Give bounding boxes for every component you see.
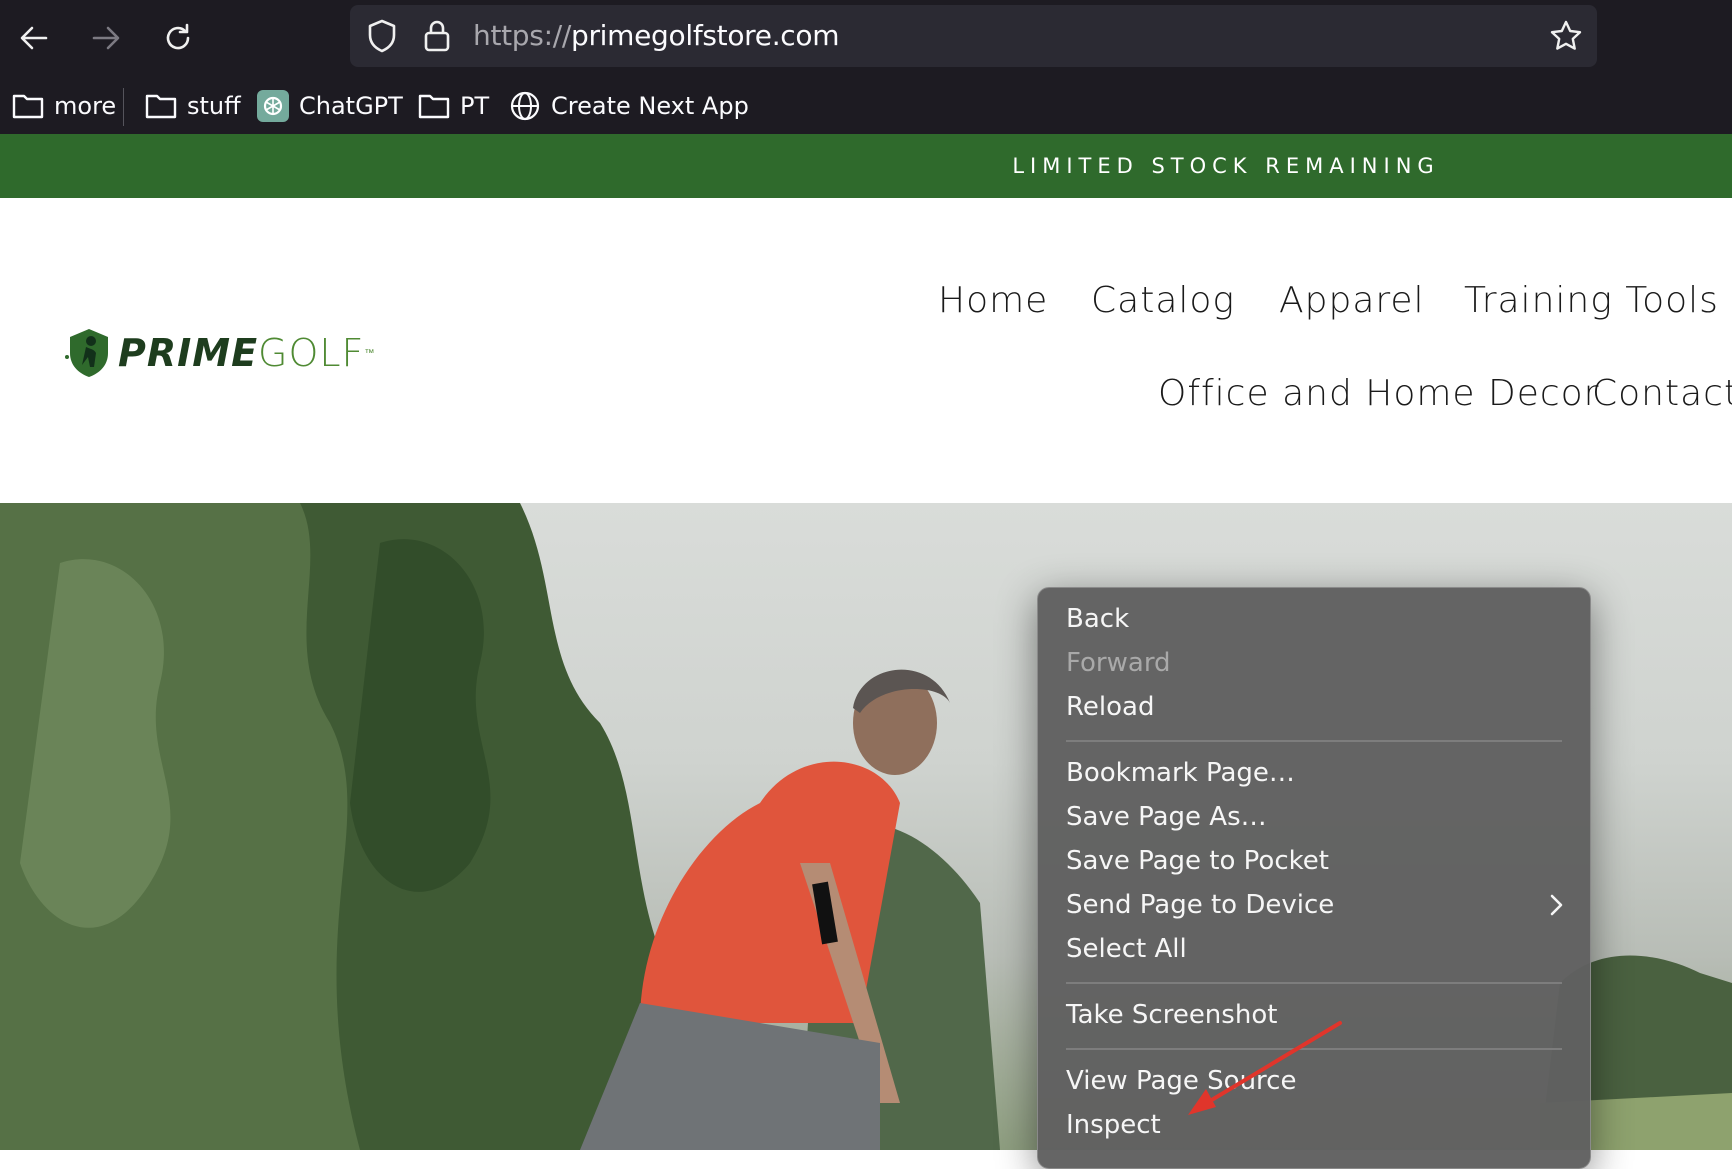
menu-item-select-all[interactable]: Select All [1066, 927, 1187, 971]
address-bar[interactable]: https://primegolfstore.com [350, 5, 1597, 67]
menu-item-save-page-as[interactable]: Save Page As… [1066, 795, 1267, 839]
annotation-arrow-icon [1188, 1021, 1342, 1115]
arrow-left-icon [20, 26, 48, 50]
reload-button[interactable] [154, 14, 202, 62]
bookmark-more[interactable]: more [12, 82, 116, 130]
bookmark-stuff[interactable]: stuff [145, 82, 241, 130]
shield-icon[interactable] [366, 5, 398, 67]
bookmark-separator [123, 88, 124, 126]
menu-item-save-to-pocket[interactable]: Save Page to Pocket [1066, 839, 1329, 883]
menu-item-inspect[interactable]: Inspect [1066, 1103, 1161, 1147]
url-text[interactable]: https://primegolfstore.com [473, 5, 840, 67]
nav-contact[interactable]: Contact [1592, 373, 1732, 414]
forward-button[interactable] [82, 14, 130, 62]
menu-separator [1066, 740, 1562, 742]
chatgpt-icon [257, 90, 289, 122]
bookmarks-bar: more stuff ChatGPT PT Create Next App [0, 82, 1732, 130]
nav-training-tools[interactable]: Training Tools [1464, 280, 1719, 321]
folder-icon [418, 94, 450, 119]
site-header: PRIME GOLF ™ Home Catalog Apparel Training… [0, 198, 1732, 503]
menu-item-reload[interactable]: Reload [1066, 685, 1154, 729]
announcement-text: LIMITED STOCK REMAINING [1012, 154, 1440, 178]
star-icon[interactable] [1549, 5, 1583, 67]
site-logo[interactable]: PRIME GOLF ™ [64, 323, 374, 383]
bookmark-pt[interactable]: PT [418, 82, 489, 130]
lock-icon[interactable] [423, 5, 451, 67]
nav-home[interactable]: Home [938, 280, 1048, 321]
nav-office-home-decor[interactable]: Office and Home Decor [1158, 373, 1600, 414]
arrow-right-icon [92, 26, 120, 50]
golfer-shield-icon [65, 329, 108, 377]
menu-separator [1066, 982, 1562, 984]
folder-icon [145, 94, 177, 119]
globe-icon [510, 91, 540, 121]
folder-icon [12, 94, 44, 119]
menu-item-forward[interactable]: Forward [1066, 641, 1171, 685]
bookmark-chatgpt[interactable]: ChatGPT [257, 82, 403, 130]
menu-item-bookmark-page[interactable]: Bookmark Page… [1066, 751, 1295, 795]
reload-icon [166, 23, 190, 50]
back-button[interactable] [10, 14, 58, 62]
nav-apparel[interactable]: Apparel [1279, 280, 1425, 321]
browser-toolbar: https://primegolfstore.com more stuff Ch… [0, 0, 1732, 134]
menu-item-back[interactable]: Back [1066, 597, 1129, 641]
bookmark-create-next-app[interactable]: Create Next App [509, 82, 749, 130]
announcement-bar: LIMITED STOCK REMAINING [0, 134, 1732, 198]
menu-item-send-page-to-device[interactable]: Send Page to Device [1066, 883, 1334, 927]
nav-catalog[interactable]: Catalog [1091, 280, 1235, 321]
chevron-right-icon [1548, 893, 1564, 922]
